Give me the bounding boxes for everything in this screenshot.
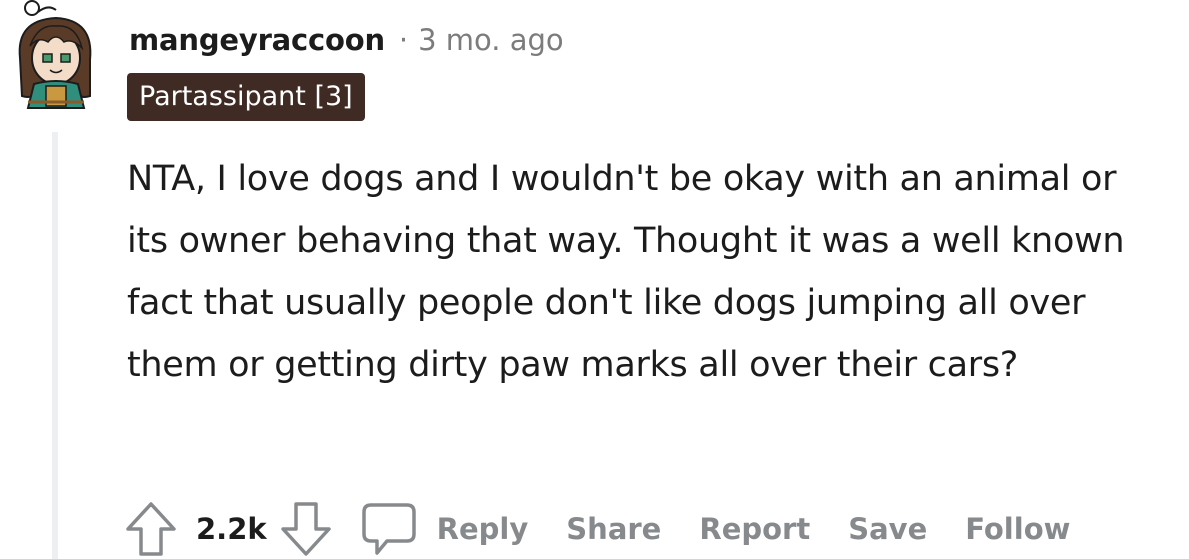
reply-button[interactable]: Reply [361,501,547,557]
reply-label: Reply [436,512,529,546]
thread-line[interactable] [52,132,58,559]
avatar-icon [18,0,92,109]
upvote-button[interactable] [122,500,180,558]
share-button[interactable]: Share [566,512,661,546]
timestamp[interactable]: 3 mo. ago [418,23,564,57]
report-button[interactable]: Report [699,512,810,546]
comment-body: NTA, I love dogs and I wouldn't be okay … [127,159,1125,385]
username[interactable]: mangeyraccoon [129,23,385,57]
speech-bubble-icon [361,503,416,555]
vote-score: 2.2k [196,512,267,546]
save-button[interactable]: Save [848,512,927,546]
downvote-button[interactable] [277,500,335,558]
comment-header: mangeyraccoon · 3 mo. ago [129,18,564,62]
comment-actions: 2.2k Reply Share Report Save Follow [122,500,1088,558]
separator-dot: · [398,23,409,57]
downvote-arrow-icon [280,502,331,556]
upvote-arrow-icon [126,502,176,556]
user-flair: Partassipant [3] [127,73,365,121]
follow-button[interactable]: Follow [965,512,1070,546]
avatar[interactable] [8,0,106,112]
